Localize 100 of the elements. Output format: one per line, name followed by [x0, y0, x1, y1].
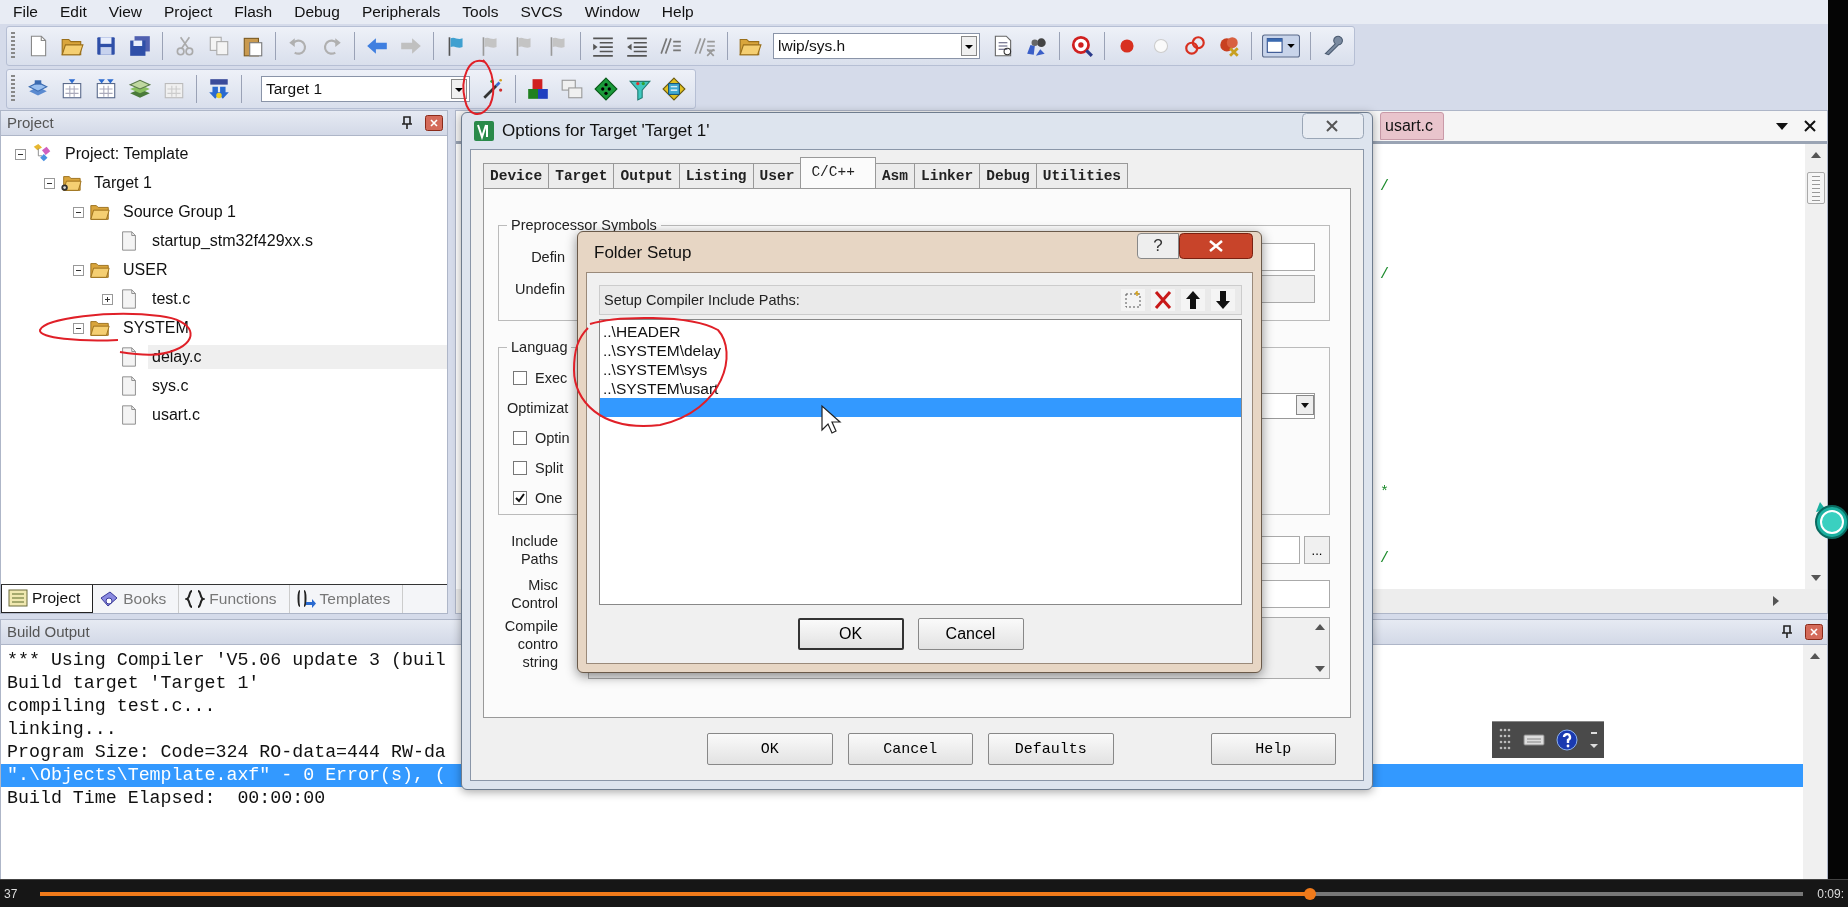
menu-item[interactable]: Window — [573, 2, 651, 21]
expander-icon[interactable] — [44, 177, 55, 189]
code-text: / — [1380, 549, 1389, 568]
output-line: linking... — [7, 717, 117, 741]
close-icon[interactable] — [425, 114, 443, 131]
pin-icon[interactable] — [401, 115, 413, 130]
dialog-tab[interactable]: Linker — [914, 163, 981, 188]
menu-item[interactable]: Project — [153, 2, 224, 21]
dialog-button[interactable]: OK — [797, 618, 904, 650]
checkbox[interactable] — [513, 371, 527, 385]
grid-download-icon[interactable] — [94, 76, 118, 101]
expander-icon[interactable] — [73, 206, 84, 218]
menu-item[interactable]: Flash — [223, 2, 284, 21]
tree-item[interactable]: sys.c — [148, 374, 193, 399]
panel-tab[interactable]: Functions — [179, 584, 290, 613]
multi-window-icon[interactable] — [662, 76, 686, 101]
scroll-right-icon[interactable] — [1773, 595, 1779, 606]
scroll-up-icon[interactable] — [1810, 652, 1820, 659]
browse-button[interactable]: ... — [1304, 536, 1330, 564]
menu-item[interactable]: SVCS — [509, 2, 574, 21]
dialog-tab[interactable]: User — [752, 163, 802, 188]
dialog-button[interactable]: Defaults — [988, 733, 1114, 765]
elapsed-time: 37 — [3, 886, 19, 901]
diamond-icon[interactable] — [594, 76, 618, 101]
checkbox[interactable] — [513, 431, 527, 445]
window-icon[interactable] — [1262, 32, 1300, 59]
checkbox[interactable] — [513, 491, 527, 505]
magnifier-icon[interactable] — [1070, 33, 1094, 58]
menu-item[interactable]: View — [97, 2, 154, 21]
scroll-down-icon[interactable] — [1315, 666, 1325, 672]
scroll-up-icon[interactable] — [1811, 151, 1821, 158]
scroll-up-icon[interactable] — [1315, 624, 1325, 630]
expander-icon[interactable] — [73, 322, 84, 334]
close-icon[interactable] — [1179, 233, 1253, 259]
scrollbar[interactable] — [1805, 143, 1827, 589]
scrollbar[interactable] — [1803, 644, 1827, 879]
checkbox[interactable] — [513, 461, 527, 475]
help-icon[interactable] — [1555, 729, 1578, 751]
tree-item[interactable]: USER — [119, 258, 172, 283]
file-tab[interactable]: usart.c — [1380, 111, 1444, 140]
checkbox-label: Split — [535, 460, 564, 476]
panel-tab[interactable]: Templates — [289, 584, 404, 613]
panel-tab[interactable]: Books — [93, 584, 180, 613]
output-line: Build target 'Target 1' — [7, 671, 260, 695]
tree-item[interactable]: startup_stm32f429xx.s — [148, 229, 317, 254]
list-item[interactable]: ..\SYSTEM\sys — [600, 360, 1241, 379]
scroll-down-icon[interactable] — [1811, 574, 1821, 581]
field-label: Control — [511, 594, 558, 612]
expander-icon[interactable] — [73, 264, 84, 276]
pin-icon[interactable] — [1781, 624, 1793, 639]
magic-wand-icon[interactable] — [481, 76, 505, 101]
menu-item[interactable]: Tools — [451, 2, 510, 21]
help-button[interactable]: ? — [1137, 233, 1179, 259]
field-label: Defin — [530, 249, 565, 265]
dialog-button[interactable]: Cancel — [917, 618, 1024, 650]
dialog-tab[interactable]: Listing — [678, 163, 754, 188]
target-combo[interactable]: Target 1 — [261, 75, 470, 102]
menu-item[interactable]: Edit — [49, 2, 98, 21]
total-time: 0:09: — [1816, 886, 1845, 901]
tree-item[interactable]: Project: Template — [61, 142, 193, 167]
download-arrows-icon[interactable] — [207, 76, 231, 101]
menu-item[interactable]: File — [2, 2, 49, 21]
book-icon — [99, 589, 120, 608]
delete-icon[interactable] — [1151, 289, 1175, 311]
tree-item[interactable]: Source Group 1 — [119, 200, 240, 225]
expander-icon[interactable] — [15, 148, 26, 160]
dialog-tab[interactable]: Asm — [874, 163, 915, 188]
panel-tab[interactable]: Project — [1, 584, 94, 613]
list-item[interactable]: ..\SYSTEM\delay — [600, 341, 1241, 360]
menu-item[interactable]: Debug — [283, 2, 351, 21]
output-line: Build Time Elapsed: 00:00:00 — [7, 786, 326, 810]
tree-item[interactable]: SYSTEM — [119, 316, 193, 341]
expander-icon[interactable] — [102, 293, 113, 305]
dialog-button[interactable]: Cancel — [847, 733, 973, 765]
field-label: string — [522, 653, 558, 671]
dialog-tab[interactable]: Device — [483, 163, 550, 188]
dialog-tab[interactable]: C/C++ — [800, 157, 876, 188]
colored-blocks-icon[interactable] — [526, 76, 550, 101]
dialog-title: Options for Target 'Target 1' — [502, 121, 710, 141]
close-icon[interactable] — [1805, 623, 1823, 640]
file-combo[interactable]: lwip/sys.h — [773, 32, 980, 59]
dialog-tab[interactable]: Output — [613, 163, 680, 188]
dialog-button[interactable]: Help — [1210, 733, 1336, 765]
tree-item[interactable]: Target 1 — [90, 171, 156, 196]
tree-item[interactable]: test.c — [148, 287, 195, 312]
grid-download-icon[interactable] — [60, 76, 84, 101]
dialog-button[interactable]: OK — [707, 733, 833, 765]
tree-item[interactable]: usart.c — [148, 403, 204, 428]
scroll-thumb[interactable] — [1807, 171, 1825, 204]
save-all-icon[interactable] — [128, 33, 152, 58]
menu-item[interactable]: Help — [650, 2, 705, 21]
dialog-tab[interactable]: Debug — [979, 163, 1037, 188]
minimize-icon[interactable] — [1588, 729, 1599, 751]
rings-icon[interactable] — [1183, 33, 1207, 58]
list-item[interactable]: ..\HEADER — [600, 322, 1241, 341]
dialog-tab[interactable]: Target — [548, 163, 615, 188]
code-text: / — [1380, 265, 1389, 284]
menu-item[interactable]: Peripherals — [350, 2, 452, 21]
dialog-tab[interactable]: Utilities — [1035, 163, 1129, 188]
close-icon[interactable] — [1803, 118, 1817, 133]
